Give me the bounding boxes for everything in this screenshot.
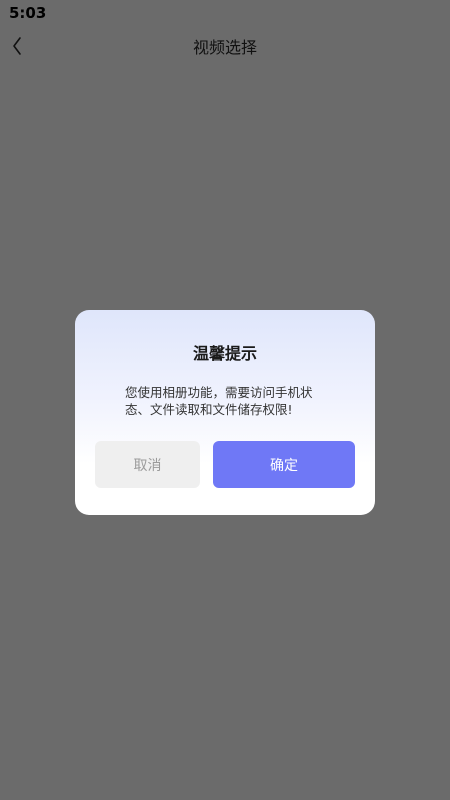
page-title: 视频选择 — [192, 38, 257, 57]
status-bar: 5:03 — [0, 0, 450, 28]
permission-dialog: 温馨提示 您使用相册功能，需要访问手机状态、文件读取和文件储存权限! 取消 确定 — [75, 310, 375, 515]
dialog-title: 温馨提示 — [192, 344, 257, 363]
confirm-button[interactable]: 确定 — [213, 441, 355, 488]
cancel-button[interactable]: 取消 — [95, 441, 200, 488]
app-bar: 视频选择 — [0, 28, 450, 64]
dialog-message: 您使用相册功能，需要访问手机状态、文件读取和文件储存权限! — [125, 385, 313, 417]
status-time: 5:03 — [9, 4, 47, 22]
